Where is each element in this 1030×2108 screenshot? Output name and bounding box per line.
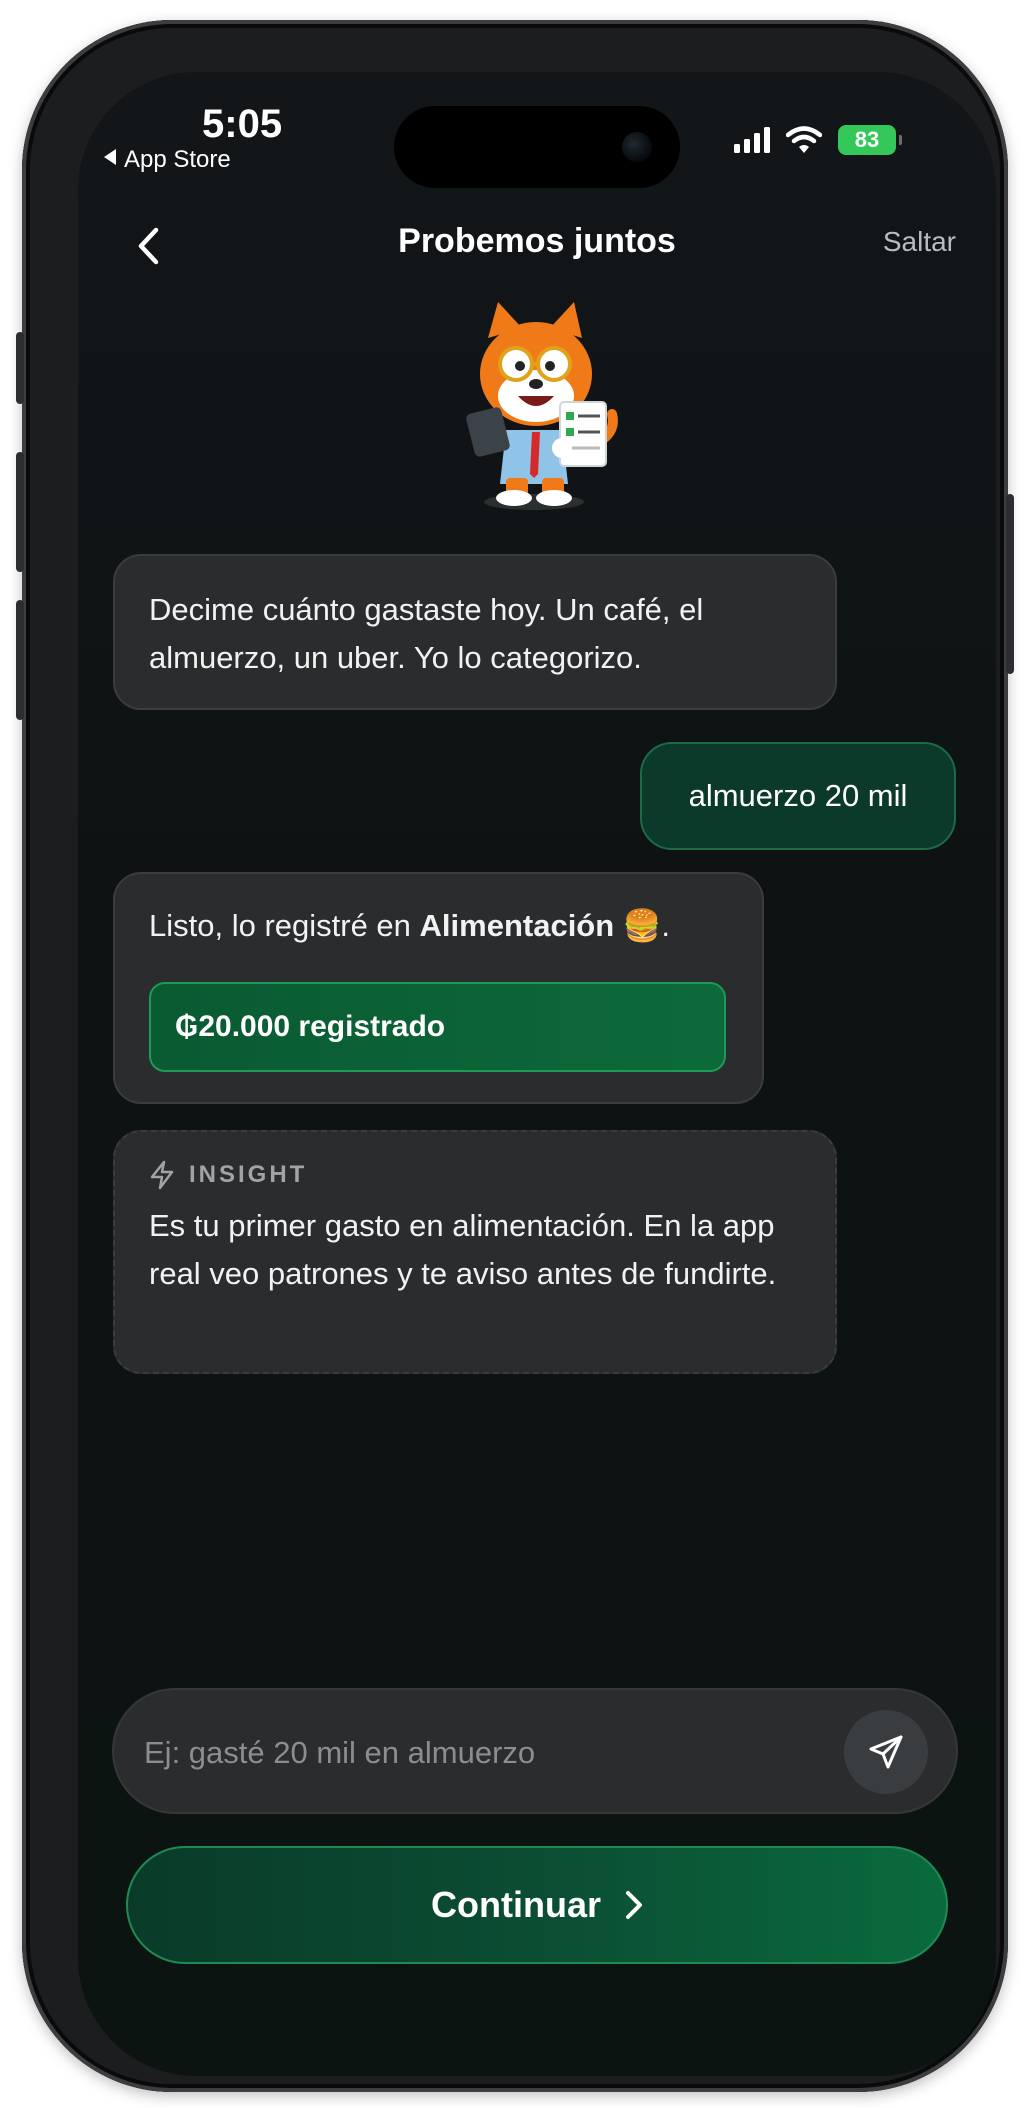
- power-button: [1006, 494, 1014, 674]
- volume-up-button: [16, 452, 24, 572]
- message-composer: [112, 1688, 958, 1814]
- back-triangle-icon: [104, 149, 116, 165]
- dynamic-island: [394, 106, 680, 188]
- send-button[interactable]: [844, 1710, 928, 1794]
- confirmation-prefix: Listo, lo registré en: [149, 908, 420, 943]
- wifi-icon: [786, 126, 822, 153]
- skip-button[interactable]: Saltar: [883, 226, 956, 258]
- page-title: Probemos juntos: [398, 222, 676, 260]
- chevron-right-icon: [625, 1891, 642, 1919]
- category-name: Alimentación: [419, 908, 615, 943]
- action-button: [16, 332, 24, 404]
- battery-indicator: 83: [838, 125, 902, 155]
- user-message: almuerzo 20 mil: [640, 742, 956, 850]
- bot-message: Decime cuánto gastaste hoy. Un café, el …: [113, 554, 837, 710]
- lightning-icon: [150, 1160, 174, 1190]
- insight-card: INSIGHT Es tu primer gasto en alimentaci…: [113, 1130, 837, 1374]
- signal-icon: [734, 127, 770, 153]
- continue-label: Continuar: [431, 1884, 601, 1925]
- back-to-app-link[interactable]: App Store: [104, 146, 231, 174]
- insight-label: INSIGHT: [189, 1161, 308, 1188]
- volume-down-button: [16, 600, 24, 720]
- phone-frame: 5:05 App Store 83 Probemos juntos Saltar…: [16, 20, 1014, 2092]
- insight-header: INSIGHT: [149, 1158, 801, 1192]
- send-icon: [869, 1735, 903, 1769]
- user-message-text: almuerzo 20 mil: [688, 778, 908, 813]
- recorded-amount-label: ₲20.000 registrado: [175, 1010, 446, 1043]
- status-icons: 83: [734, 120, 902, 160]
- app-screen: 5:05 App Store 83 Probemos juntos Saltar…: [78, 72, 996, 2076]
- bot-confirmation-message: Listo, lo registré en Alimentación 🍔. ₲2…: [113, 872, 764, 1104]
- back-app-label: App Store: [124, 146, 231, 173]
- recorded-amount-chip: ₲20.000 registrado: [149, 982, 726, 1072]
- confirmation-suffix: 🍔.: [614, 908, 671, 943]
- continue-button[interactable]: Continuar: [126, 1846, 948, 1964]
- insight-text: Es tu primer gasto en alimentación. En l…: [149, 1208, 777, 1291]
- camera-icon: [622, 132, 652, 162]
- cat-mascot-illustration: [466, 302, 618, 510]
- status-time: 5:05: [202, 102, 283, 146]
- expense-input[interactable]: [142, 1716, 826, 1790]
